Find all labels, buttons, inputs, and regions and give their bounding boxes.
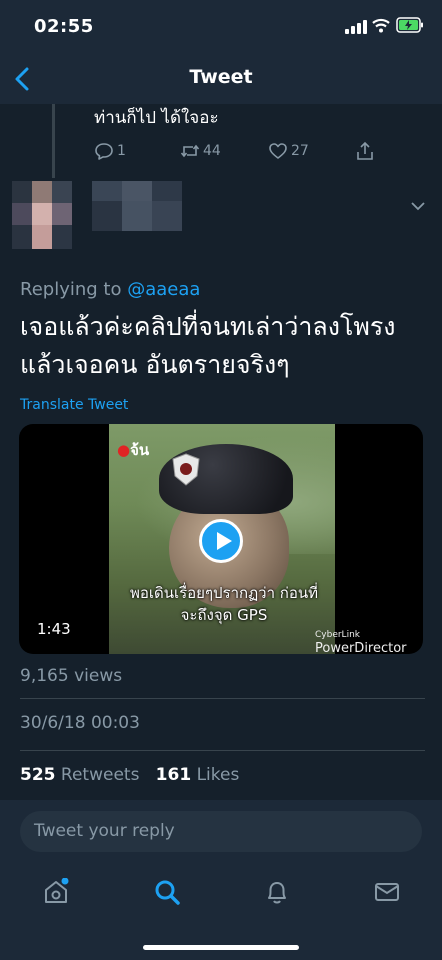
play-icon: [217, 532, 232, 550]
status-time: 02:55: [34, 16, 94, 37]
like-button[interactable]: 27: [268, 140, 309, 162]
home-icon[interactable]: [42, 878, 70, 906]
battery-icon: [396, 17, 423, 33]
replying-prefix: Replying to: [20, 279, 122, 300]
author-name-pixelated: [92, 181, 182, 231]
reply-input[interactable]: Tweet your reply: [20, 811, 422, 852]
editor-brand-small: CyberLink: [315, 630, 360, 640]
share-icon: [357, 141, 373, 160]
reply-area: Tweet your reply: [0, 800, 442, 862]
editor-watermark: CyberLink PowerDirector: [315, 626, 407, 654]
tweet-text: เจอแล้วค่ะคลิปที่จนทเล่าว่าลงโพรง แล้วเจ…: [20, 312, 396, 379]
page-title: Tweet: [189, 66, 253, 88]
previous-reply-text: ท่านก็ไป ได้ใจอะ: [94, 108, 219, 128]
video-watermark: ●จ้น: [117, 441, 150, 459]
divider: [20, 750, 425, 751]
signal-icon: [345, 20, 367, 34]
notifications-icon[interactable]: [263, 878, 291, 906]
reply-count: 1: [117, 143, 126, 159]
video-player[interactable]: ●จ้น พอเดินเรื่อยๆปรากฏว่า ก่อนที่จะถึงจ…: [19, 424, 423, 654]
share-button[interactable]: [355, 140, 375, 162]
editor-brand: PowerDirector: [315, 641, 407, 654]
like-icon: [269, 143, 287, 159]
tweet-timestamp: 30/6/18 00:03: [20, 713, 140, 733]
play-button[interactable]: [199, 519, 243, 563]
replying-to: Replying to @aaeaa: [20, 279, 200, 300]
view-count: 9,165 views: [20, 666, 123, 686]
home-indicator: [143, 945, 299, 950]
messages-icon[interactable]: [373, 878, 401, 906]
retweet-count: 44: [203, 143, 221, 159]
avatar[interactable]: [12, 181, 72, 249]
wifi-icon: [372, 18, 390, 33]
tweet-stats: 525 Retweets 161 Likes: [20, 765, 239, 785]
chevron-down-icon[interactable]: [410, 200, 426, 212]
video-subtitle: พอเดินเรื่อยๆปรากฏว่า ก่อนที่จะถึงจุด GP…: [129, 584, 319, 624]
replying-handle-link[interactable]: @aaeaa: [127, 279, 200, 300]
likes-stat[interactable]: 161 Likes: [156, 765, 240, 785]
search-icon[interactable]: [153, 878, 181, 906]
like-count: 27: [291, 143, 309, 159]
status-bar: 02:55: [0, 0, 442, 54]
thread-line: [52, 104, 55, 178]
reply-button[interactable]: 1: [94, 140, 126, 162]
retweet-icon: [180, 144, 200, 158]
video-duration: 1:43: [37, 620, 71, 638]
translate-tweet-link[interactable]: Translate Tweet: [20, 397, 128, 413]
reply-placeholder: Tweet your reply: [34, 821, 175, 841]
nav-bar: Tweet: [0, 54, 442, 104]
retweet-button[interactable]: 44: [180, 140, 221, 162]
divider: [20, 698, 425, 699]
watermark-logo: จ้น: [130, 441, 150, 459]
reply-icon: [95, 143, 113, 160]
police-badge-icon: [172, 453, 200, 486]
retweets-stat[interactable]: 525 Retweets: [20, 765, 139, 785]
